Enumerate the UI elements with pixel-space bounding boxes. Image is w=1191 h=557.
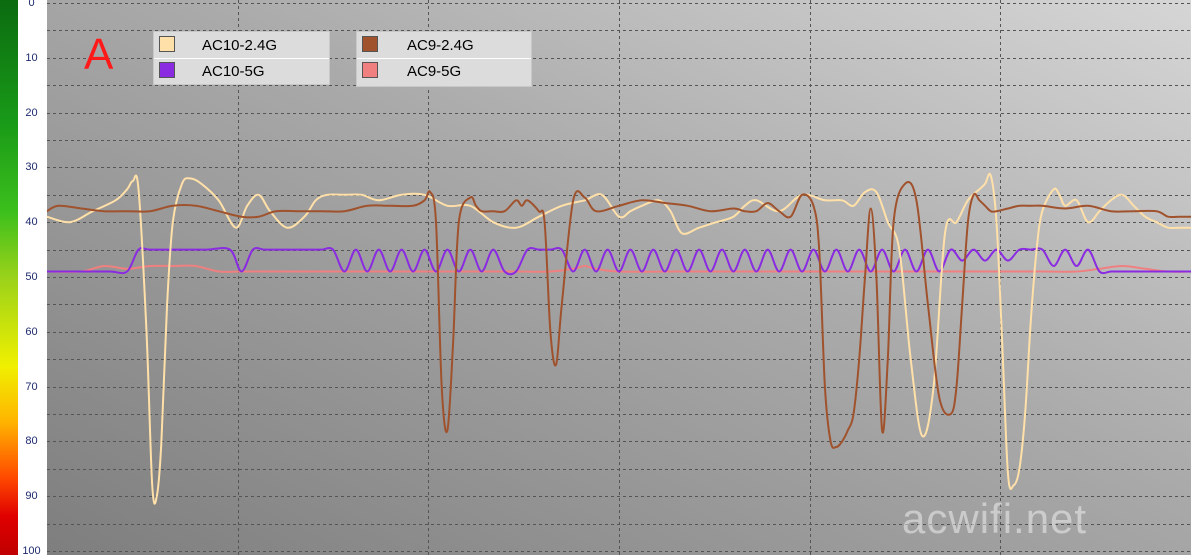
y-tick-label: 100 xyxy=(22,545,41,557)
y-tick-label: 40 xyxy=(25,216,38,229)
legend-swatch-ac10-5g xyxy=(159,62,175,78)
legend-box-ac9: AC9-2.4G AC9-5G xyxy=(356,31,532,87)
legend-label-ac10-5g: AC10-5G xyxy=(202,63,265,80)
y-axis-scale: 0 10 20 30 40 50 60 70 80 90 100 xyxy=(0,0,47,557)
legend-item-ac9-5g: AC9-5G xyxy=(357,58,531,83)
legend-item-ac9-2-4g: AC9-2.4G xyxy=(357,33,531,57)
y-tick-label: 0 xyxy=(28,0,35,9)
legend-item-ac10-5g: AC10-5G xyxy=(154,58,329,83)
legend-swatch-ac9-5g xyxy=(362,62,378,78)
y-tick-label: 80 xyxy=(25,435,38,448)
chart-annotation-letter: A xyxy=(84,30,114,79)
legend-swatch-ac10-2-4g xyxy=(159,36,175,52)
y-tick-label: 90 xyxy=(25,490,38,503)
y-tick-label: 10 xyxy=(25,51,38,64)
y-tick-label: 20 xyxy=(25,106,38,119)
legend-item-ac10-2-4g: AC10-2.4G xyxy=(154,33,329,57)
legend-label-ac9-2-4g: AC9-2.4G xyxy=(407,37,474,54)
legend-swatch-ac9-2-4g xyxy=(362,36,378,52)
y-tick-label: 30 xyxy=(25,161,38,174)
signal-color-bar xyxy=(0,0,18,555)
y-tick-label: 60 xyxy=(25,325,38,338)
legend-label-ac10-2-4g: AC10-2.4G xyxy=(202,37,278,54)
y-tick-label: 50 xyxy=(25,271,38,283)
legend-box-ac10: AC10-2.4G AC10-5G xyxy=(153,31,330,85)
watermark: acwifi.net xyxy=(902,495,1088,542)
legend-label-ac9-5g: AC9-5G xyxy=(407,63,462,80)
y-tick-label: 70 xyxy=(25,380,38,393)
